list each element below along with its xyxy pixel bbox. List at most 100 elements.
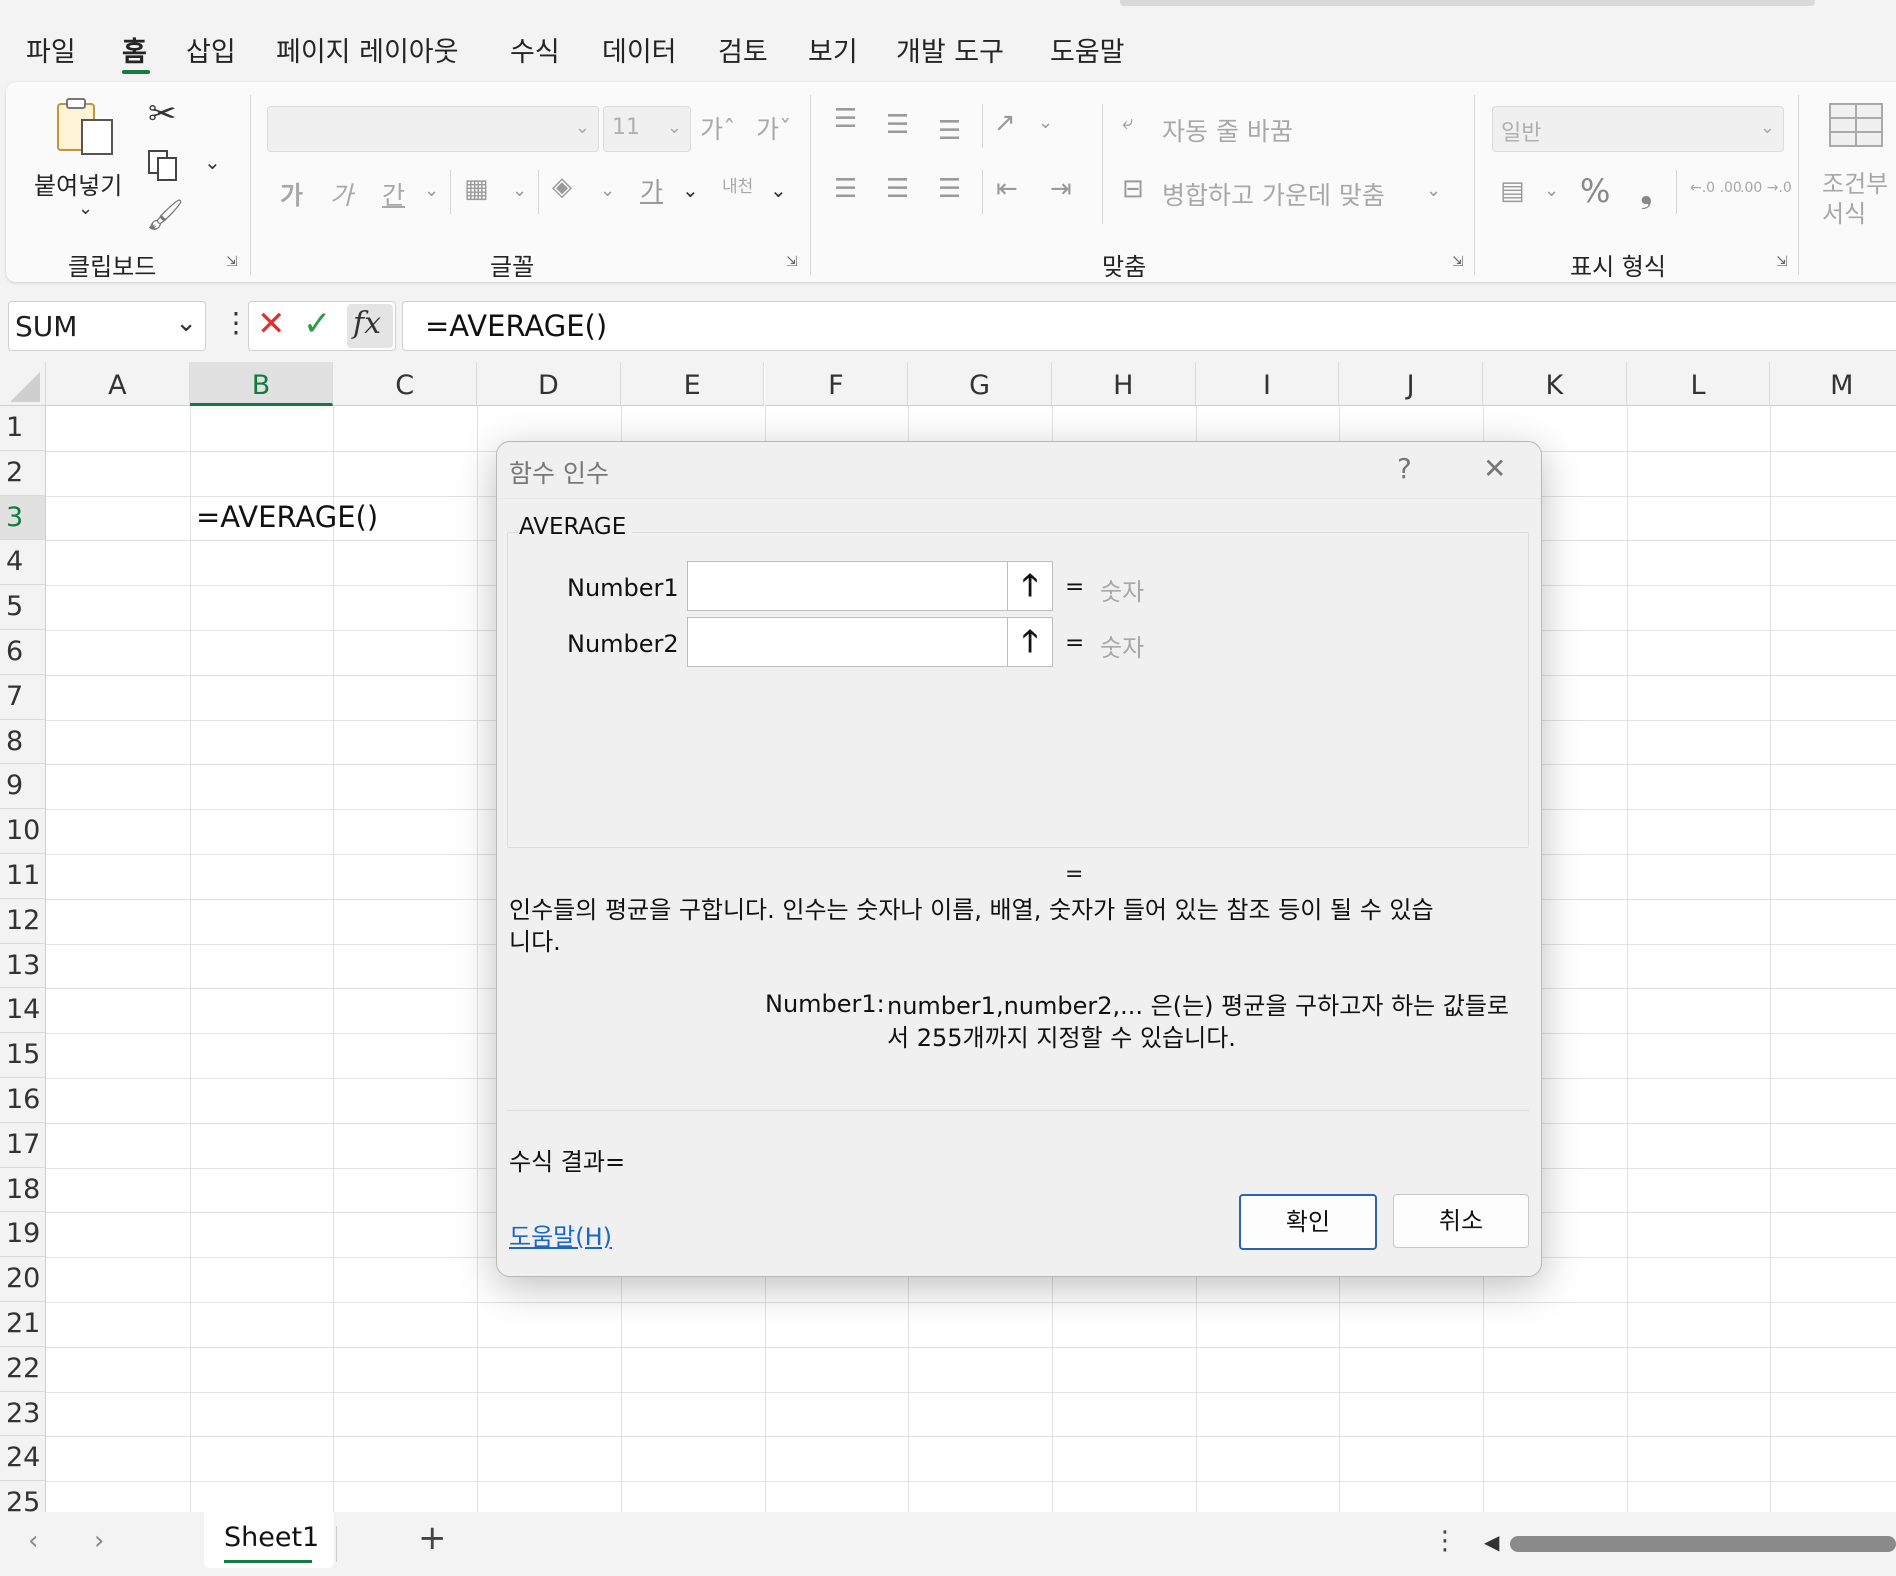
copy-icon[interactable] xyxy=(146,148,180,182)
decrease-indent-icon[interactable]: ⇤ xyxy=(996,174,1018,204)
ok-button[interactable]: 확인 xyxy=(1239,1194,1377,1250)
help-link[interactable]: 도움말(H) xyxy=(509,1217,612,1252)
tab-data[interactable]: 데이터 xyxy=(602,30,677,69)
row-header[interactable]: 18 xyxy=(0,1167,46,1213)
column-header[interactable]: M xyxy=(1770,362,1896,406)
wrap-text-icon[interactable]: ⤶ xyxy=(1122,110,1133,134)
column-header[interactable]: H xyxy=(1051,362,1196,406)
row-header[interactable]: 8 xyxy=(0,719,46,765)
horizontal-scrollbar-thumb[interactable] xyxy=(1510,1536,1896,1552)
wrap-text-button[interactable]: 자동 줄 바꿈 xyxy=(1162,112,1293,148)
chevron-down-icon[interactable]: ⌄ xyxy=(175,308,197,338)
tab-file[interactable]: 파일 xyxy=(26,30,76,69)
number-format-combo[interactable]: 일반 ⌄ xyxy=(1492,106,1784,152)
prev-sheet-icon[interactable]: ‹ xyxy=(28,1526,38,1556)
dialog-help-icon[interactable]: ? xyxy=(1397,452,1412,485)
tab-formulas[interactable]: 수식 xyxy=(510,30,560,69)
column-header[interactable]: B xyxy=(189,362,334,406)
row-header[interactable]: 13 xyxy=(0,943,46,989)
tab-developer[interactable]: 개발 도구 xyxy=(896,30,1004,69)
font-name-combo[interactable]: ⌄ xyxy=(267,106,599,152)
accounting-format-icon[interactable]: ▤ xyxy=(1500,176,1525,206)
copy-chevron-icon[interactable]: ⌄ xyxy=(204,150,221,174)
sheet-tab-sheet1[interactable]: Sheet1 xyxy=(204,1512,334,1568)
number-launcher-icon[interactable]: ⇲ xyxy=(1776,254,1790,270)
row-header[interactable]: 2 xyxy=(0,450,46,496)
column-header[interactable]: J xyxy=(1339,362,1483,406)
font-color-chevron-icon[interactable]: ⌄ xyxy=(682,178,699,202)
row-header[interactable]: 23 xyxy=(0,1391,46,1437)
format-painter-icon[interactable]: 🖌 xyxy=(146,198,184,233)
row-header[interactable]: 10 xyxy=(0,809,46,854)
tab-view[interactable]: 보기 xyxy=(808,30,858,69)
tab-home[interactable]: 홈 xyxy=(122,30,147,69)
row-header[interactable]: 25 xyxy=(0,1481,46,1512)
align-center-icon[interactable]: ☰ xyxy=(886,174,909,204)
column-header[interactable]: I xyxy=(1195,362,1340,406)
phonetic-chevron-icon[interactable]: ⌄ xyxy=(770,178,787,202)
row-header[interactable]: 21 xyxy=(0,1302,46,1347)
row-header[interactable]: 17 xyxy=(0,1122,46,1168)
cancel-entry-icon[interactable]: ✕ xyxy=(257,304,286,344)
cell-b3[interactable]: =AVERAGE() xyxy=(196,500,378,534)
row-header[interactable]: 16 xyxy=(0,1078,46,1123)
border-chevron-icon[interactable]: ⌄ xyxy=(512,180,527,201)
conditional-format-icon[interactable] xyxy=(1828,100,1884,150)
row-header[interactable]: 12 xyxy=(0,898,46,944)
shrink-font-button[interactable]: 가ˇ xyxy=(756,110,792,146)
row-header[interactable]: 1 xyxy=(0,406,46,451)
tab-insert[interactable]: 삽입 xyxy=(186,30,236,69)
comma-button[interactable]: ❟ xyxy=(1640,172,1653,211)
align-bottom-icon[interactable]: ☰ xyxy=(938,116,961,146)
arg-input-number2[interactable]: 🡑 xyxy=(687,617,1053,667)
decrease-decimal-button[interactable]: .00 →.0 xyxy=(1740,180,1792,196)
phonetic-button[interactable]: 내천 xyxy=(722,172,753,197)
select-all-corner[interactable] xyxy=(0,362,46,406)
insert-function-button[interactable]: fx xyxy=(347,304,393,348)
column-header[interactable]: K xyxy=(1483,362,1627,406)
arg-input-number1[interactable]: 🡑 xyxy=(687,561,1053,611)
enter-check-icon[interactable]: ✓ xyxy=(303,304,332,344)
clipboard-launcher-icon[interactable]: ⇲ xyxy=(226,254,240,270)
align-left-icon[interactable]: ☰ xyxy=(834,174,857,204)
alignment-launcher-icon[interactable]: ⇲ xyxy=(1452,254,1466,270)
merge-center-button[interactable]: 병합하고 가운데 맞춤 xyxy=(1162,176,1385,212)
column-header[interactable]: D xyxy=(477,362,621,406)
dialog-close-icon[interactable]: ✕ xyxy=(1483,452,1506,485)
column-header[interactable]: E xyxy=(620,362,765,406)
border-icon[interactable]: ▦ xyxy=(464,174,489,204)
row-header[interactable]: 14 xyxy=(0,988,46,1034)
italic-button[interactable]: 가 xyxy=(330,176,353,212)
increase-decimal-button[interactable]: ←.0 .00 xyxy=(1690,180,1742,196)
fill-color-icon[interactable]: ◈ xyxy=(552,172,572,202)
sheet-bar-more-icon[interactable]: ⋮ xyxy=(1432,1526,1458,1556)
orientation-chevron-icon[interactable]: ⌄ xyxy=(1038,112,1053,133)
align-top-icon[interactable]: ☰ xyxy=(834,104,857,134)
paste-icon[interactable] xyxy=(52,96,120,158)
column-header[interactable]: C xyxy=(333,362,478,406)
add-sheet-button[interactable]: + xyxy=(418,1518,447,1558)
next-sheet-icon[interactable]: › xyxy=(94,1526,104,1556)
align-right-icon[interactable]: ☰ xyxy=(938,174,961,204)
row-header[interactable]: 7 xyxy=(0,674,46,720)
scroll-left-icon[interactable]: ◀ xyxy=(1484,1530,1499,1554)
grow-font-button[interactable]: 가ˆ xyxy=(700,110,736,146)
row-header[interactable]: 6 xyxy=(0,630,46,675)
row-header[interactable]: 15 xyxy=(0,1033,46,1078)
merge-center-icon[interactable]: ⊟ xyxy=(1122,174,1144,204)
font-size-combo[interactable]: 11 ⌄ xyxy=(603,106,691,152)
row-header[interactable]: 19 xyxy=(0,1212,46,1258)
tab-help[interactable]: 도움말 xyxy=(1050,30,1125,69)
merge-chevron-icon[interactable]: ⌄ xyxy=(1426,180,1441,201)
more-options-icon[interactable]: ⋮ xyxy=(222,306,250,339)
column-header[interactable]: F xyxy=(764,362,909,406)
cut-icon[interactable]: ✂ xyxy=(148,94,177,134)
fill-chevron-icon[interactable]: ⌄ xyxy=(600,180,615,201)
accounting-chevron-icon[interactable]: ⌄ xyxy=(1544,180,1559,201)
column-header[interactable]: A xyxy=(46,362,190,406)
row-header[interactable]: 11 xyxy=(0,854,46,899)
font-launcher-icon[interactable]: ⇲ xyxy=(786,254,800,270)
row-header[interactable]: 20 xyxy=(0,1257,46,1302)
paste-button[interactable]: 붙여넣기 xyxy=(34,166,122,201)
column-header[interactable]: G xyxy=(908,362,1052,406)
